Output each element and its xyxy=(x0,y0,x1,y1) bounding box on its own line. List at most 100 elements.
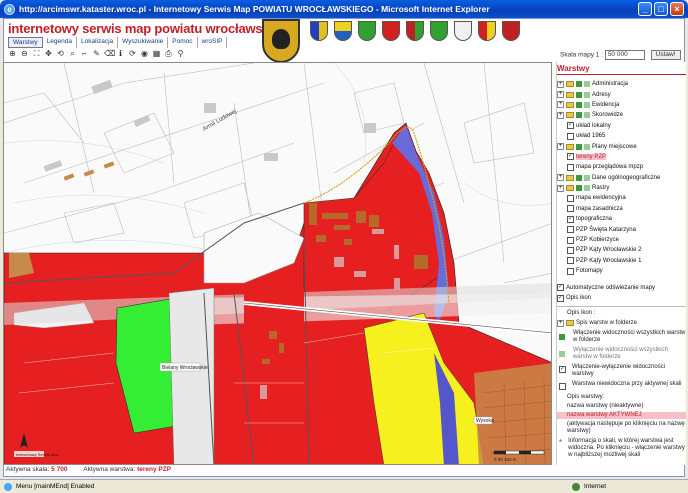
layer-checkbox[interactable] xyxy=(567,153,574,161)
menu-legenda[interactable]: Legenda xyxy=(43,37,77,48)
map-canvas[interactable]: Bielany Wrocławskie Wysoka Armii Ludowej… xyxy=(4,63,552,465)
gmina-crest-5[interactable] xyxy=(406,21,424,41)
layer-item[interactable]: mapa przeglądowa mpzp xyxy=(557,162,686,172)
show-all-icon[interactable] xyxy=(576,174,582,181)
layer-label[interactable]: PZP Kąty Wrocławskie 1 xyxy=(576,258,641,264)
menu-pomoc[interactable]: Pomoc xyxy=(168,37,198,48)
scale-select[interactable]: 50 000 xyxy=(604,50,645,60)
layer-item[interactable]: PZP Kąty Wrocławskie 1 xyxy=(557,256,686,266)
show-all-icon[interactable] xyxy=(576,112,582,119)
expand-icon[interactable]: + xyxy=(557,143,564,151)
icon-desc-checkbox[interactable] xyxy=(557,294,564,302)
layer-item[interactable]: + Administracja xyxy=(557,79,686,89)
zoom-out-icon[interactable]: ⊖ xyxy=(20,49,29,58)
hide-all-icon[interactable] xyxy=(584,174,590,181)
hide-all-icon[interactable] xyxy=(584,81,590,88)
globe-icon[interactable]: ◉ xyxy=(140,49,149,58)
layer-label[interactable]: układ lokalny xyxy=(576,123,611,129)
full-extent-icon[interactable]: ⛶ xyxy=(32,49,41,58)
layer-label[interactable]: Dane ogólnogeograficzne xyxy=(592,175,660,181)
info-icon[interactable]: ℹ xyxy=(116,49,125,58)
overview-icon[interactable]: ▦ xyxy=(152,49,161,58)
expand-icon[interactable]: + xyxy=(557,184,564,192)
layer-label[interactable]: Plany miejscowe xyxy=(592,144,637,150)
hide-all-icon[interactable] xyxy=(584,185,590,192)
layer-checkbox[interactable] xyxy=(567,194,574,202)
menu-wrosip[interactable]: wroSIP xyxy=(198,37,228,48)
expand-icon[interactable]: + xyxy=(557,91,564,99)
layer-item[interactable]: Fotomapy xyxy=(557,266,686,276)
layer-label[interactable]: tereny PZP xyxy=(576,153,607,160)
gmina-crest-2[interactable] xyxy=(334,21,352,41)
layer-checkbox[interactable] xyxy=(567,205,574,213)
map-view[interactable]: Bielany Wrocławskie Wysoka Armii Ludowej… xyxy=(3,62,552,465)
zoom-in-icon[interactable]: ⊕ xyxy=(8,49,17,58)
gmina-crest-1[interactable] xyxy=(310,21,328,41)
link-icon[interactable]: ⚲ xyxy=(176,49,185,58)
gmina-crest-8[interactable] xyxy=(478,21,496,41)
layer-label[interactable]: Skorowidze xyxy=(592,112,623,118)
identify-icon[interactable]: ⌕ xyxy=(68,49,77,58)
layer-item[interactable]: mapa zasadnicza xyxy=(557,204,686,214)
show-all-icon[interactable] xyxy=(576,91,582,98)
measure-icon[interactable]: ⌐ xyxy=(80,49,89,58)
hide-all-icon[interactable] xyxy=(584,143,590,150)
layer-checkbox[interactable] xyxy=(567,132,574,140)
layer-label[interactable]: Ewidencja xyxy=(592,102,619,108)
icon-desc-option[interactable]: Opis ikon xyxy=(557,293,686,303)
menu-wyszukiwanie[interactable]: Wyszukiwanie xyxy=(118,37,169,48)
layer-item[interactable]: PZP Kąty Wrocławskie 2 xyxy=(557,245,686,255)
set-scale-button[interactable]: Ustaw! xyxy=(650,50,681,60)
layer-item[interactable]: + Adresy xyxy=(557,89,686,99)
layer-checkbox[interactable] xyxy=(567,226,574,234)
hide-all-icon[interactable] xyxy=(584,91,590,98)
layer-item[interactable]: + Ewidencja xyxy=(557,100,686,110)
layer-label[interactable]: mapa przeglądowa mpzp xyxy=(576,164,643,170)
layer-label[interactable]: PZP Kobierzyce xyxy=(576,237,619,243)
hide-all-icon[interactable] xyxy=(584,112,590,119)
pan-icon[interactable]: ✥ xyxy=(44,49,53,58)
show-all-icon[interactable] xyxy=(576,81,582,88)
layer-item[interactable]: układ lokalny xyxy=(557,121,686,131)
layer-label[interactable]: mapa zasadnicza xyxy=(576,206,623,212)
refresh-icon[interactable]: ⟳ xyxy=(128,49,137,58)
layer-label[interactable]: Fotomapy xyxy=(576,268,603,274)
layer-checkbox[interactable] xyxy=(567,215,574,223)
layer-checkbox[interactable] xyxy=(567,257,574,265)
layer-item[interactable]: PZP Kobierzyce xyxy=(557,235,686,245)
expand-icon[interactable]: + xyxy=(557,101,564,109)
zoom-previous-icon[interactable]: ⟲ xyxy=(56,49,65,58)
layer-item[interactable]: układ 1965 xyxy=(557,131,686,141)
select-icon[interactable]: ✎ xyxy=(92,49,101,58)
maximize-button[interactable]: □ xyxy=(654,2,668,16)
layer-label[interactable]: topograficzna xyxy=(576,216,612,222)
menu-warstwy[interactable]: Warstwy xyxy=(8,37,43,48)
auto-refresh-checkbox[interactable] xyxy=(557,284,564,292)
menu-lokalizacja[interactable]: Lokalizacja xyxy=(77,37,119,48)
layer-label[interactable]: Administracja xyxy=(592,81,628,87)
gmina-crest-3[interactable] xyxy=(358,21,376,41)
layer-checkbox[interactable] xyxy=(567,246,574,254)
layer-checkbox[interactable] xyxy=(567,267,574,275)
minimize-button[interactable]: _ xyxy=(638,2,652,16)
layer-item[interactable]: mapa ewidencyjna xyxy=(557,193,686,203)
auto-refresh-option[interactable]: Automatyczne odświeżanie mapy xyxy=(557,282,686,292)
show-all-icon[interactable] xyxy=(576,101,582,108)
layer-label[interactable]: mapa ewidencyjna xyxy=(576,195,626,201)
layer-item[interactable]: + Skorowidze xyxy=(557,110,686,120)
expand-icon[interactable]: + xyxy=(557,111,564,119)
layer-label[interactable]: PZP Święta Katarzyna xyxy=(576,227,636,233)
layer-item[interactable]: + Dane ogólnogeograficzne xyxy=(557,173,686,183)
layer-label[interactable]: Adresy xyxy=(592,92,611,98)
gmina-crest-9[interactable] xyxy=(502,21,520,41)
show-all-icon[interactable] xyxy=(576,185,582,192)
layer-label[interactable]: układ 1965 xyxy=(576,133,605,139)
layer-checkbox[interactable] xyxy=(567,163,574,171)
show-all-icon[interactable] xyxy=(576,143,582,150)
layer-checkbox[interactable] xyxy=(567,122,574,130)
print-icon[interactable]: ⎙ xyxy=(164,49,173,58)
clear-icon[interactable]: ⌫ xyxy=(104,49,115,58)
layer-item[interactable]: PZP Święta Katarzyna xyxy=(557,224,686,234)
layer-label[interactable]: PZP Kąty Wrocławskie 2 xyxy=(576,247,641,253)
layer-item[interactable]: tereny PZP xyxy=(557,152,686,162)
